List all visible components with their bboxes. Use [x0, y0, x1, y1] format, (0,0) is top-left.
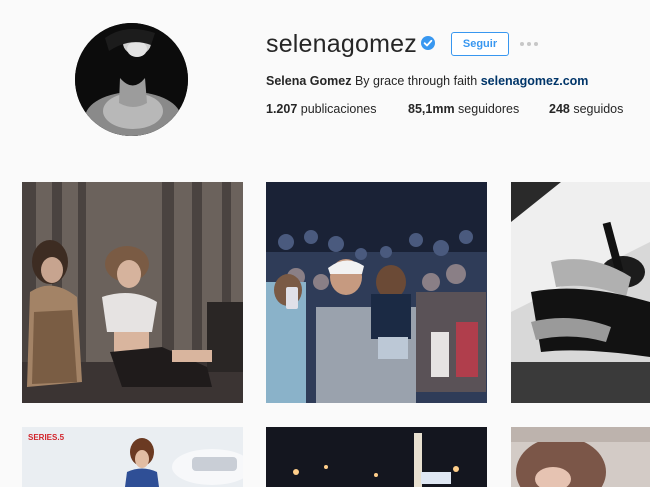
- verified-badge-icon: [421, 36, 435, 50]
- post-tile-5[interactable]: [266, 427, 487, 487]
- post-tile-1[interactable]: [22, 182, 243, 403]
- post-tile-6[interactable]: [511, 427, 650, 487]
- profile-full-name: Selena Gomez: [266, 74, 352, 88]
- profile-bio-text: By grace through faith: [354, 74, 478, 88]
- post-tile-4-caption: SERIES.5: [28, 433, 65, 442]
- stat-following[interactable]: 248 seguidos: [549, 102, 623, 116]
- profile-username: selenagomez: [266, 30, 417, 58]
- post-tile-4[interactable]: SERIES.5: [22, 427, 243, 487]
- post-tile-2[interactable]: [266, 182, 487, 403]
- following-label: seguidos: [573, 102, 624, 116]
- profile-bio: Selena Gomez By grace through faith sele…: [266, 74, 588, 88]
- posts-label: publicaciones: [300, 102, 377, 116]
- following-count: 248: [549, 102, 570, 116]
- stat-followers[interactable]: 85,1mm seguidores: [408, 102, 519, 116]
- more-options-icon[interactable]: [520, 40, 542, 48]
- post-tile-3[interactable]: [511, 182, 650, 403]
- followers-count: 85,1mm: [408, 102, 455, 116]
- stat-posts: 1.207 publicaciones: [266, 102, 377, 116]
- followers-label: seguidores: [458, 102, 520, 116]
- posts-count: 1.207: [266, 102, 298, 116]
- profile-website-link[interactable]: selenagomez.com: [481, 74, 589, 88]
- profile-avatar: [75, 23, 188, 136]
- follow-button[interactable]: Seguir: [451, 32, 509, 56]
